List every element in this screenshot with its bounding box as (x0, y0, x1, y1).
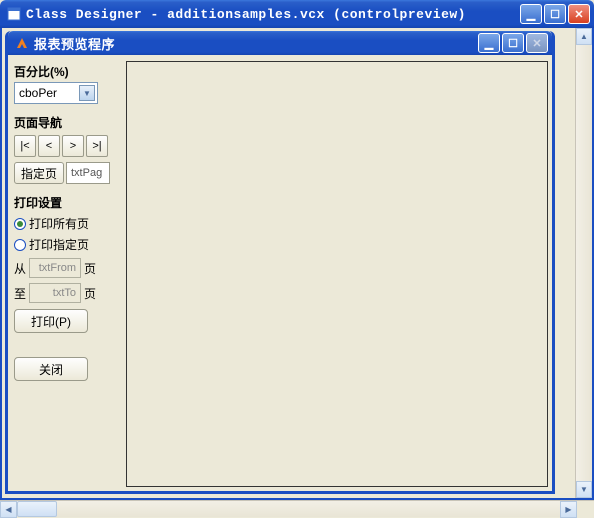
inner-close-button: ✕ (526, 33, 548, 53)
scroll-left-button[interactable]: ◀ (0, 501, 17, 518)
outer-title: Class Designer - additionsamples.vcx (co… (26, 7, 520, 22)
to-row: 至 txtTo 页 (14, 283, 122, 303)
from-page-suffix: 页 (84, 260, 96, 277)
to-page-input: txtTo (29, 283, 81, 303)
goto-page-button[interactable]: 指定页 (14, 162, 64, 184)
inner-titlebar[interactable]: 报表预览程序 ▁ ☐ ✕ (8, 31, 552, 55)
to-page-suffix: 页 (84, 285, 96, 302)
inner-window: 报表预览程序 ▁ ☐ ✕ 百分比(%) cboPer ▼ 页面导 (5, 31, 555, 494)
maximize-button[interactable]: ☐ (544, 4, 566, 24)
left-panel: 百分比(%) cboPer ▼ 页面导航 |< < > >| (14, 61, 122, 487)
percent-label: 百分比(%) (14, 63, 122, 80)
page-number-input[interactable]: txtPag (66, 162, 110, 184)
hscroll-thumb[interactable] (17, 501, 57, 517)
next-page-button[interactable]: > (62, 135, 84, 157)
hscroll-track[interactable] (17, 501, 560, 517)
inner-window-buttons: ▁ ☐ ✕ (478, 33, 548, 53)
vscroll-track[interactable] (576, 45, 592, 481)
chevron-down-icon: ▼ (79, 85, 95, 101)
vertical-scrollbar[interactable]: ▲ ▼ (575, 28, 592, 498)
app-icon (6, 6, 22, 22)
print-all-label: 打印所有页 (29, 215, 89, 232)
goto-row: 指定页 txtPag (14, 162, 122, 184)
outer-window: Class Designer - additionsamples.vcx (co… (0, 0, 594, 517)
horizontal-scrollbar[interactable]: ◀ ▶ (0, 500, 594, 517)
close-form-button[interactable]: 关闭 (14, 357, 88, 381)
preview-pane (126, 61, 548, 487)
print-range-radio[interactable] (14, 239, 26, 251)
from-page-input: txtFrom (29, 258, 81, 278)
minimize-button[interactable]: ▁ (520, 4, 542, 24)
print-button[interactable]: 打印(P) (14, 309, 88, 333)
scroll-down-button[interactable]: ▼ (576, 481, 592, 498)
percent-combo-value: cboPer (19, 86, 57, 100)
print-all-radio-row: 打印所有页 (14, 215, 122, 232)
print-all-radio[interactable] (14, 218, 26, 230)
to-label: 至 (14, 285, 26, 302)
print-range-radio-row: 打印指定页 (14, 236, 122, 253)
outer-titlebar[interactable]: Class Designer - additionsamples.vcx (co… (0, 0, 594, 28)
inner-maximize-button[interactable]: ☐ (502, 33, 524, 53)
content-area: 报表预览程序 ▁ ☐ ✕ 百分比(%) cboPer ▼ 页面导 (2, 28, 575, 498)
inner-minimize-button[interactable]: ▁ (478, 33, 500, 53)
from-row: 从 txtFrom 页 (14, 258, 122, 278)
inner-title: 报表预览程序 (34, 34, 478, 53)
inner-client: 百分比(%) cboPer ▼ 页面导航 |< < > >| (8, 55, 552, 491)
from-label: 从 (14, 260, 26, 277)
nav-label: 页面导航 (14, 114, 122, 131)
percent-combo[interactable]: cboPer ▼ (14, 82, 98, 104)
first-page-button[interactable]: |< (14, 135, 36, 157)
nav-buttons: |< < > >| (14, 135, 122, 157)
print-label: 打印设置 (14, 194, 122, 211)
scroll-right-button[interactable]: ▶ (560, 501, 577, 518)
close-button[interactable]: ✕ (568, 4, 590, 24)
prev-page-button[interactable]: < (38, 135, 60, 157)
outer-client: 报表预览程序 ▁ ☐ ✕ 百分比(%) cboPer ▼ 页面导 (0, 28, 594, 500)
scroll-up-button[interactable]: ▲ (576, 28, 592, 45)
print-range-label: 打印指定页 (29, 236, 89, 253)
last-page-button[interactable]: >| (86, 135, 108, 157)
fox-icon (14, 35, 30, 51)
outer-window-buttons: ▁ ☐ ✕ (520, 4, 590, 24)
scrollbar-corner (577, 501, 594, 518)
